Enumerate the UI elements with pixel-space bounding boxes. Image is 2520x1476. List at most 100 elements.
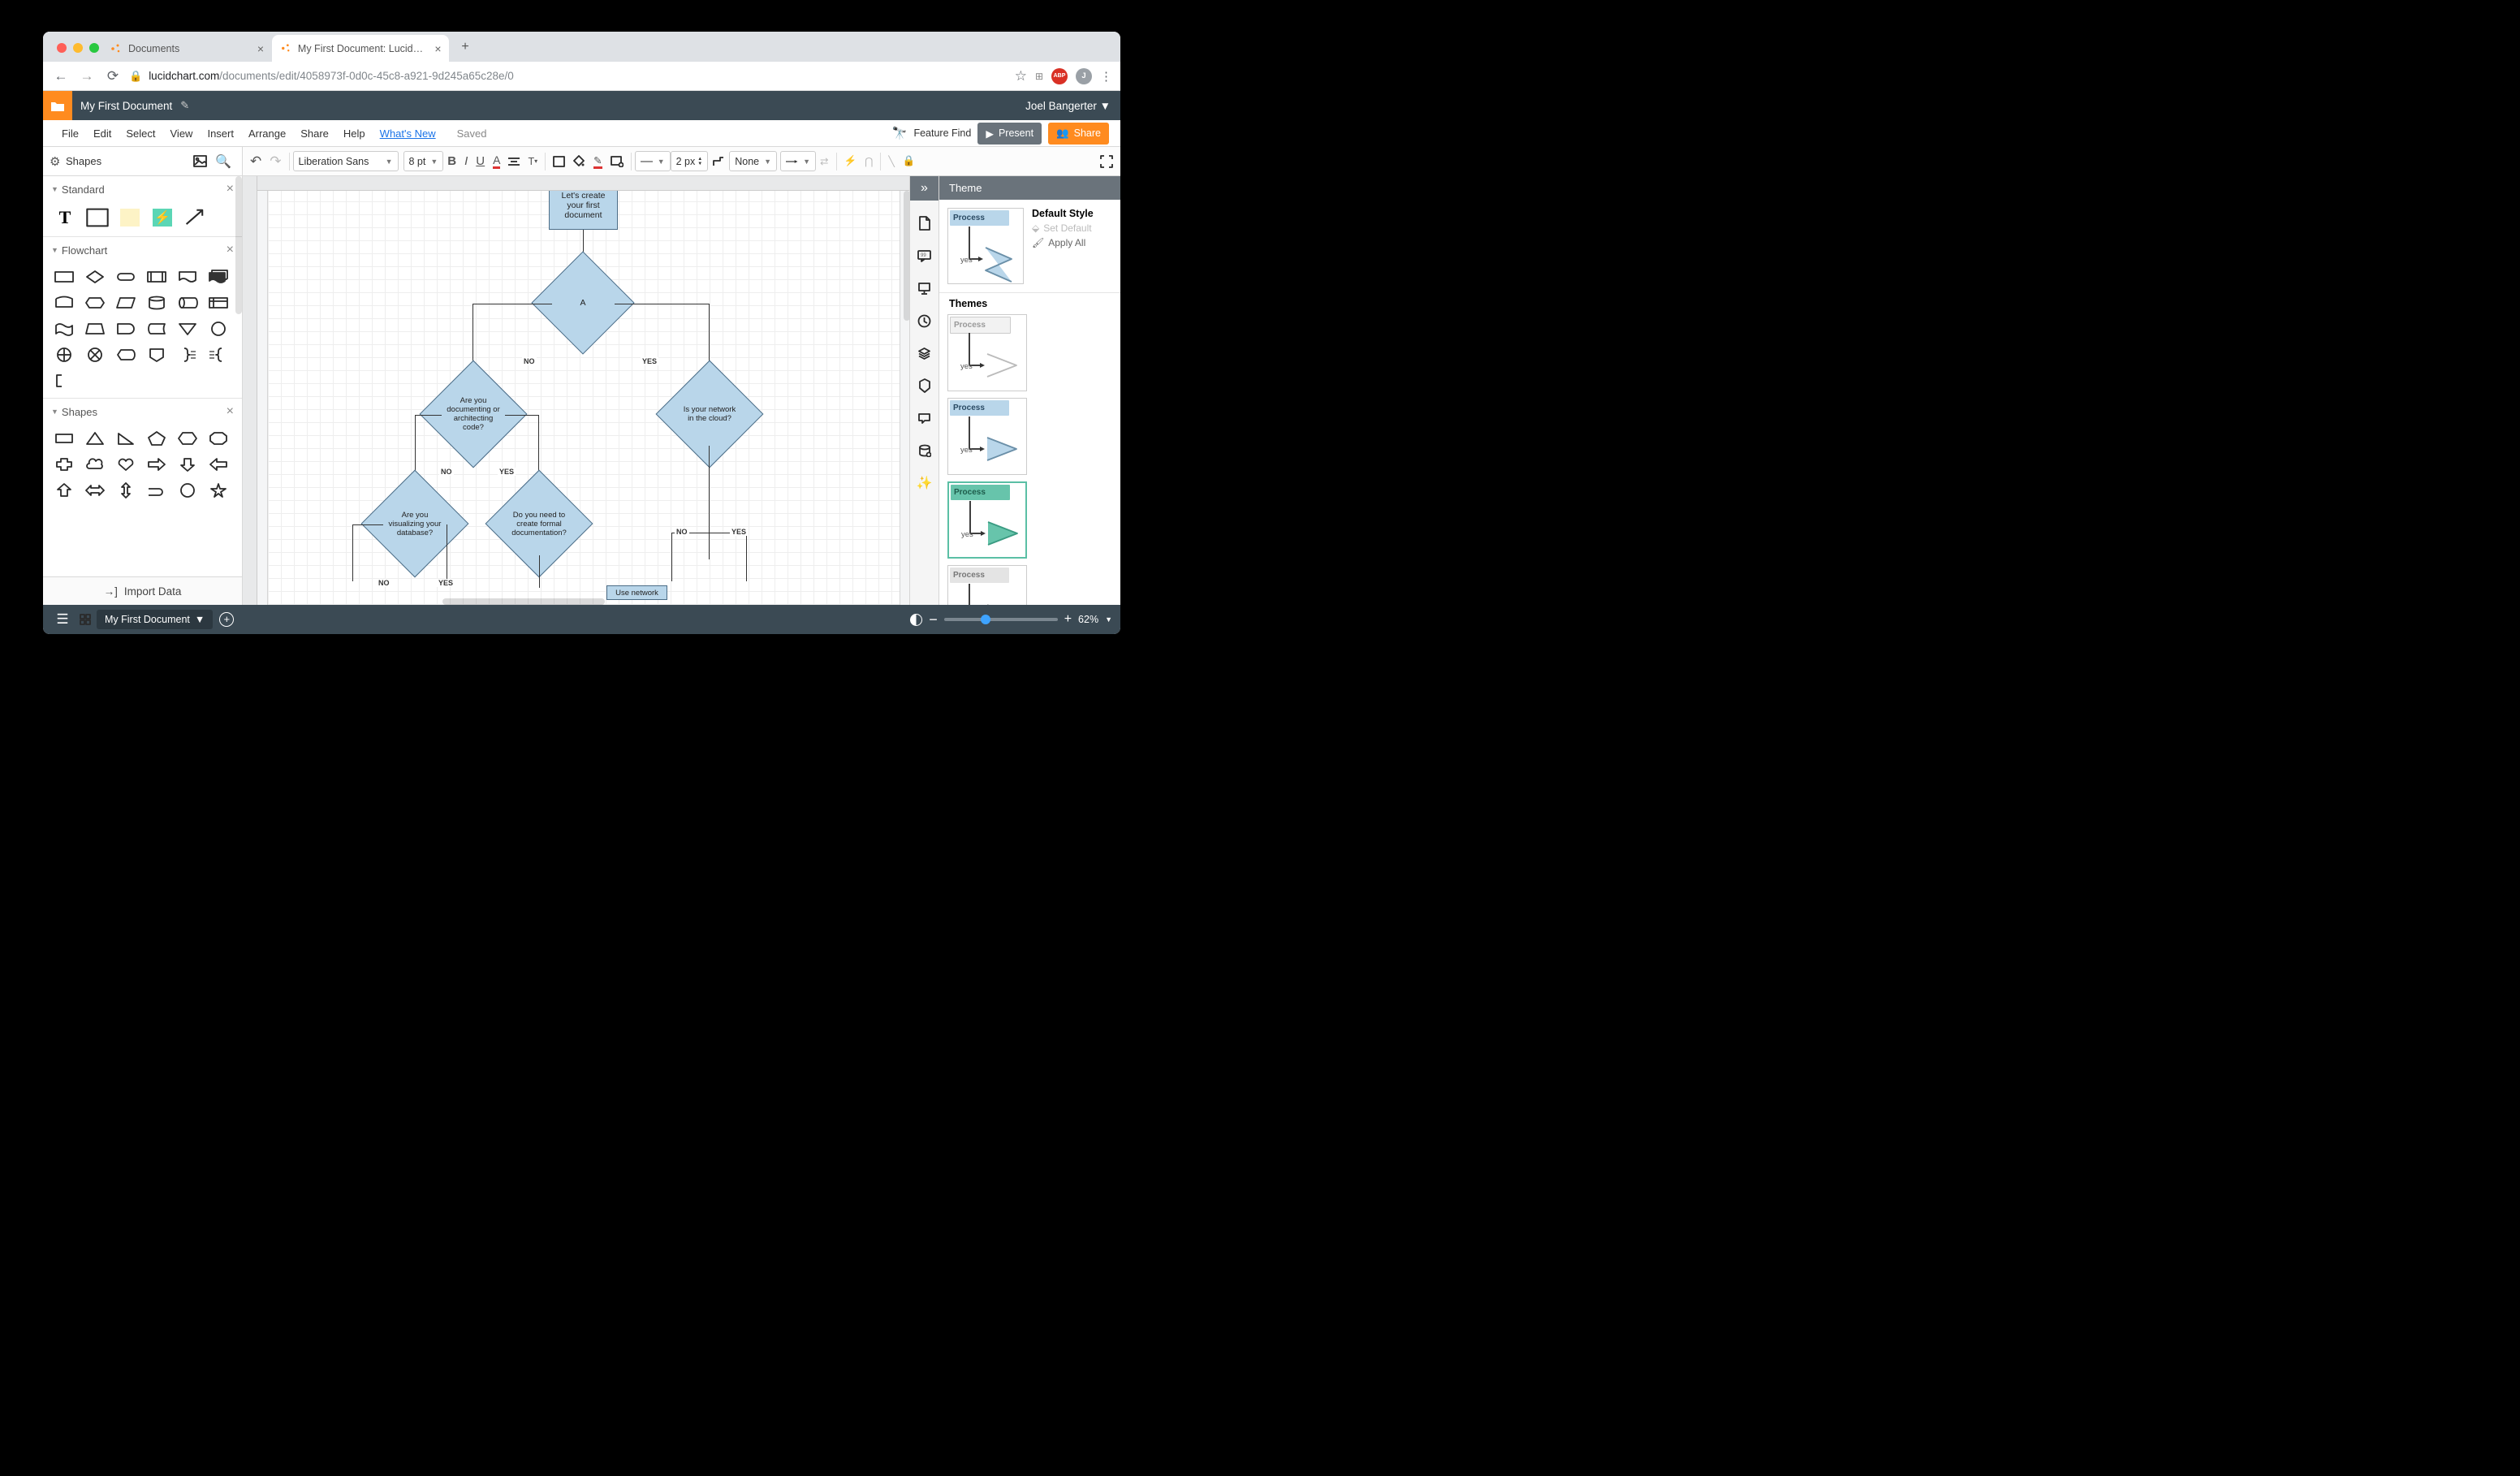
menu-file[interactable]: File <box>54 127 86 140</box>
menu-help[interactable]: Help <box>336 127 373 140</box>
shape-darrow[interactable] <box>176 455 199 473</box>
shape-predef[interactable] <box>145 268 168 286</box>
tab-editor[interactable]: My First Document: Lucidchart × <box>272 35 449 62</box>
apply-all-button[interactable]: 🖌Apply All <box>1032 237 1094 248</box>
user-menu[interactable]: Joel Bangerter ▼ <box>1025 100 1111 112</box>
menu-arrange[interactable]: Arrange <box>241 127 293 140</box>
forward-button[interactable]: → <box>74 63 100 89</box>
feature-find[interactable]: Feature Find <box>913 127 971 139</box>
shape-sum[interactable] <box>84 346 106 364</box>
shape-decision[interactable] <box>84 268 106 286</box>
fontsize-select[interactable]: 8 pt▼ <box>403 151 444 171</box>
shape-circle[interactable] <box>176 481 199 499</box>
fill-button[interactable] <box>569 150 589 173</box>
menu-edit[interactable]: Edit <box>86 127 119 140</box>
shape-heart[interactable] <box>114 455 137 473</box>
cat-flowchart-toggle[interactable]: ▼Flowchart× <box>43 237 242 263</box>
node-doc-code[interactable]: Are you documenting or architecting code… <box>435 376 511 452</box>
cat-shapes-toggle[interactable]: ▼Shapes× <box>43 399 242 425</box>
lock-button[interactable]: 🔒 <box>899 150 920 173</box>
node-a[interactable]: A <box>546 266 619 339</box>
shape-connector[interactable] <box>207 320 230 338</box>
node-viz-db[interactable]: Are you visualizing your database? <box>377 486 453 562</box>
shape-sticky[interactable] <box>118 207 142 228</box>
shape-box-button[interactable] <box>549 150 569 173</box>
node-formal[interactable]: Do you need to create formal documentati… <box>501 486 577 562</box>
scrollbar[interactable] <box>235 176 242 314</box>
scrollbar[interactable] <box>904 191 909 321</box>
align-button[interactable] <box>504 150 524 173</box>
action-button[interactable]: ⚡ <box>840 150 861 173</box>
ruler-horizontal[interactable] <box>243 176 909 191</box>
stroke-color-button[interactable]: ✎ <box>589 150 606 173</box>
shape-lrarrow[interactable] <box>84 481 106 499</box>
page-tab[interactable]: My First Document ▼ <box>97 610 213 629</box>
node-use-net[interactable]: Use network <box>606 585 667 600</box>
theme-thumb[interactable]: Processyes <box>947 481 1027 559</box>
shape-database[interactable] <box>145 294 168 312</box>
comment-icon[interactable]: 99 <box>915 246 934 265</box>
shape-callout-r[interactable] <box>145 481 168 499</box>
shape-or[interactable] <box>53 346 76 364</box>
shape-terminator[interactable] <box>114 268 137 286</box>
close-icon[interactable]: × <box>254 42 267 55</box>
scrollbar[interactable] <box>442 598 605 605</box>
shape-right-tri[interactable] <box>114 429 137 447</box>
theme-thumb[interactable]: Processyes <box>947 565 1027 605</box>
shape-paper[interactable] <box>53 320 76 338</box>
line-type-button[interactable] <box>708 150 729 173</box>
shape-data-io[interactable] <box>53 294 76 312</box>
presentation-icon[interactable] <box>915 278 934 298</box>
fullscreen-button[interactable] <box>1096 150 1117 173</box>
new-tab-button[interactable]: + <box>454 36 477 58</box>
close-icon[interactable]: × <box>227 182 234 196</box>
theme-thumb[interactable]: Processyes <box>947 314 1027 391</box>
zoom-out-button[interactable]: − <box>929 611 938 628</box>
close-icon[interactable]: × <box>227 243 234 257</box>
set-default-button[interactable]: ⬙Set Default <box>1032 222 1094 234</box>
add-page-button[interactable]: + <box>219 612 234 627</box>
italic-button[interactable]: I <box>460 150 472 173</box>
chat-icon[interactable] <box>915 408 934 428</box>
grid-view-icon[interactable] <box>74 608 97 631</box>
whats-new-link[interactable]: What's New <box>373 127 443 140</box>
shape-internal[interactable] <box>207 294 230 312</box>
shape-document[interactable] <box>176 268 199 286</box>
history-icon[interactable] <box>915 311 934 330</box>
minimize-icon[interactable] <box>73 43 83 53</box>
shape-delay[interactable] <box>114 320 137 338</box>
extension-icon[interactable]: ⊞ <box>1035 71 1043 82</box>
swap-button[interactable]: ⇄ <box>816 150 832 173</box>
master-icon[interactable] <box>915 376 934 395</box>
close-icon[interactable] <box>57 43 67 53</box>
shape-uarrow[interactable] <box>53 481 76 499</box>
shape-brace-r[interactable] <box>176 346 199 364</box>
shape-star[interactable] <box>207 481 230 499</box>
shape-process[interactable] <box>53 268 76 286</box>
adblock-icon[interactable]: ABP <box>1051 68 1068 84</box>
list-view-icon[interactable]: ☰ <box>51 608 74 631</box>
back-button[interactable]: ← <box>48 63 74 89</box>
underline-button[interactable]: U <box>472 150 489 173</box>
present-button[interactable]: ▶ Present <box>977 123 1042 145</box>
import-data-button[interactable]: →] Import Data <box>43 576 242 605</box>
canvas[interactable]: Let's create your first document A NO YE… <box>243 176 909 605</box>
zoom-slider[interactable] <box>944 618 1058 621</box>
arrow-end-select[interactable]: ▼ <box>780 151 816 171</box>
shape-cross[interactable] <box>53 455 76 473</box>
stroke-width-select[interactable]: 2 px▲▼ <box>671 151 709 171</box>
shape-pentagon[interactable] <box>145 429 168 447</box>
font-select[interactable]: Liberation Sans▼ <box>293 151 399 171</box>
page[interactable]: Let's create your first document A NO YE… <box>267 176 900 605</box>
star-icon[interactable]: ☆ <box>1015 68 1027 84</box>
shape-options-button[interactable] <box>606 150 628 173</box>
zoom-in-button[interactable]: + <box>1064 612 1072 627</box>
shape-stored[interactable] <box>145 320 168 338</box>
share-button[interactable]: 👥 Share <box>1048 123 1109 145</box>
shape-rect[interactable] <box>53 429 76 447</box>
theme-thumb[interactable]: Processyes <box>947 398 1027 475</box>
shape-display[interactable] <box>114 346 137 364</box>
node-net-cloud[interactable]: Is your network in the cloud? <box>671 376 748 452</box>
arrow-start-select[interactable]: None▼ <box>729 151 777 171</box>
shape-octagon[interactable] <box>207 429 230 447</box>
